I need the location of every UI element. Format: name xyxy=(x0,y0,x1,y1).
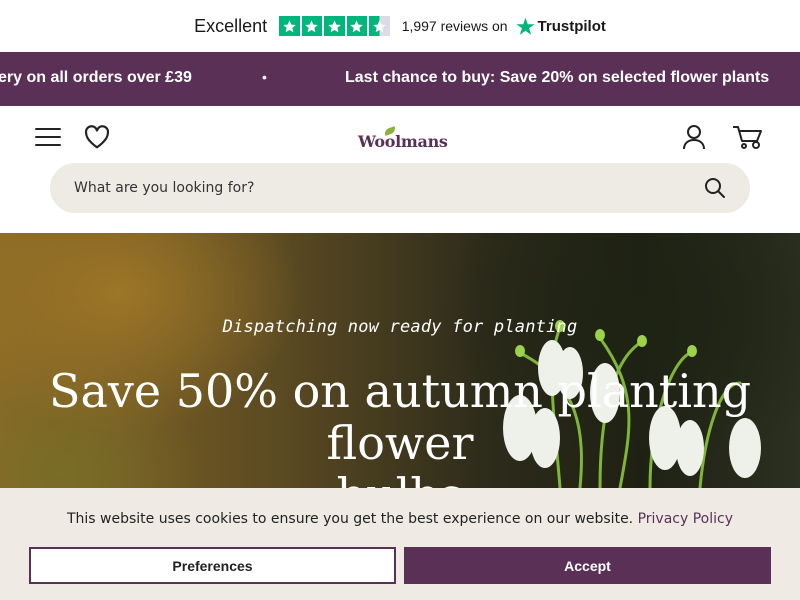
trustpilot-reviews-count: 1,997 reviews on xyxy=(401,18,508,34)
trustpilot-rating-word: Excellent xyxy=(194,15,268,36)
accept-button[interactable]: Accept xyxy=(404,547,771,584)
trustpilot-logo: Trustpilot xyxy=(515,17,606,36)
promo-item-delivery[interactable]: ery on all orders over £39 xyxy=(0,69,192,87)
star-icon xyxy=(346,15,368,37)
star-icon xyxy=(324,15,345,37)
star-icon xyxy=(301,15,323,37)
preferences-button[interactable]: Preferences xyxy=(29,547,396,584)
trustpilot-stars xyxy=(279,15,390,37)
hero-title-line-3: bulbs xyxy=(0,469,800,488)
hamburger-menu-icon[interactable] xyxy=(34,123,62,151)
user-icon[interactable] xyxy=(680,123,708,151)
hero-title-line-1: Save 50% on autumn planting xyxy=(48,364,752,418)
hero-title-line-2: flower xyxy=(326,416,474,470)
hero-title: Save 50% on autumn planting flower bulbs xyxy=(0,365,800,488)
trustpilot-bar[interactable]: Excellent 1,997 reviews on Trustpilot xyxy=(0,0,800,52)
trustpilot-star-icon xyxy=(515,17,535,35)
cookie-message-row: This website uses cookies to ensure you … xyxy=(0,511,800,527)
hero-subtitle: Dispatching now ready for planting xyxy=(222,317,578,337)
cookie-banner: This website uses cookies to ensure you … xyxy=(0,488,800,600)
half-star-icon xyxy=(369,15,390,37)
trustpilot-brand: Trustpilot xyxy=(537,17,606,35)
cookie-message: This website uses cookies to ensure you … xyxy=(66,511,634,527)
search-bar xyxy=(50,163,750,213)
search-input[interactable] xyxy=(74,180,704,196)
star-icon xyxy=(279,15,300,37)
woolmans-logo[interactable]: Woolmans xyxy=(358,126,448,151)
privacy-policy-link[interactable]: Privacy Policy xyxy=(638,511,733,527)
logo-text: Woolmans xyxy=(358,132,448,151)
hero-banner[interactable]: Dispatching now ready for planting Save … xyxy=(0,233,800,488)
cart-icon[interactable] xyxy=(732,123,764,151)
heart-icon[interactable] xyxy=(83,123,111,151)
promo-banner: ery on all orders over £39 • Last chance… xyxy=(0,52,800,106)
promo-separator: • xyxy=(262,69,267,85)
promo-item-sale[interactable]: Last chance to buy: Save 20% on selected… xyxy=(345,69,769,87)
site-header: Woolmans xyxy=(0,106,800,233)
search-icon[interactable] xyxy=(704,177,726,199)
